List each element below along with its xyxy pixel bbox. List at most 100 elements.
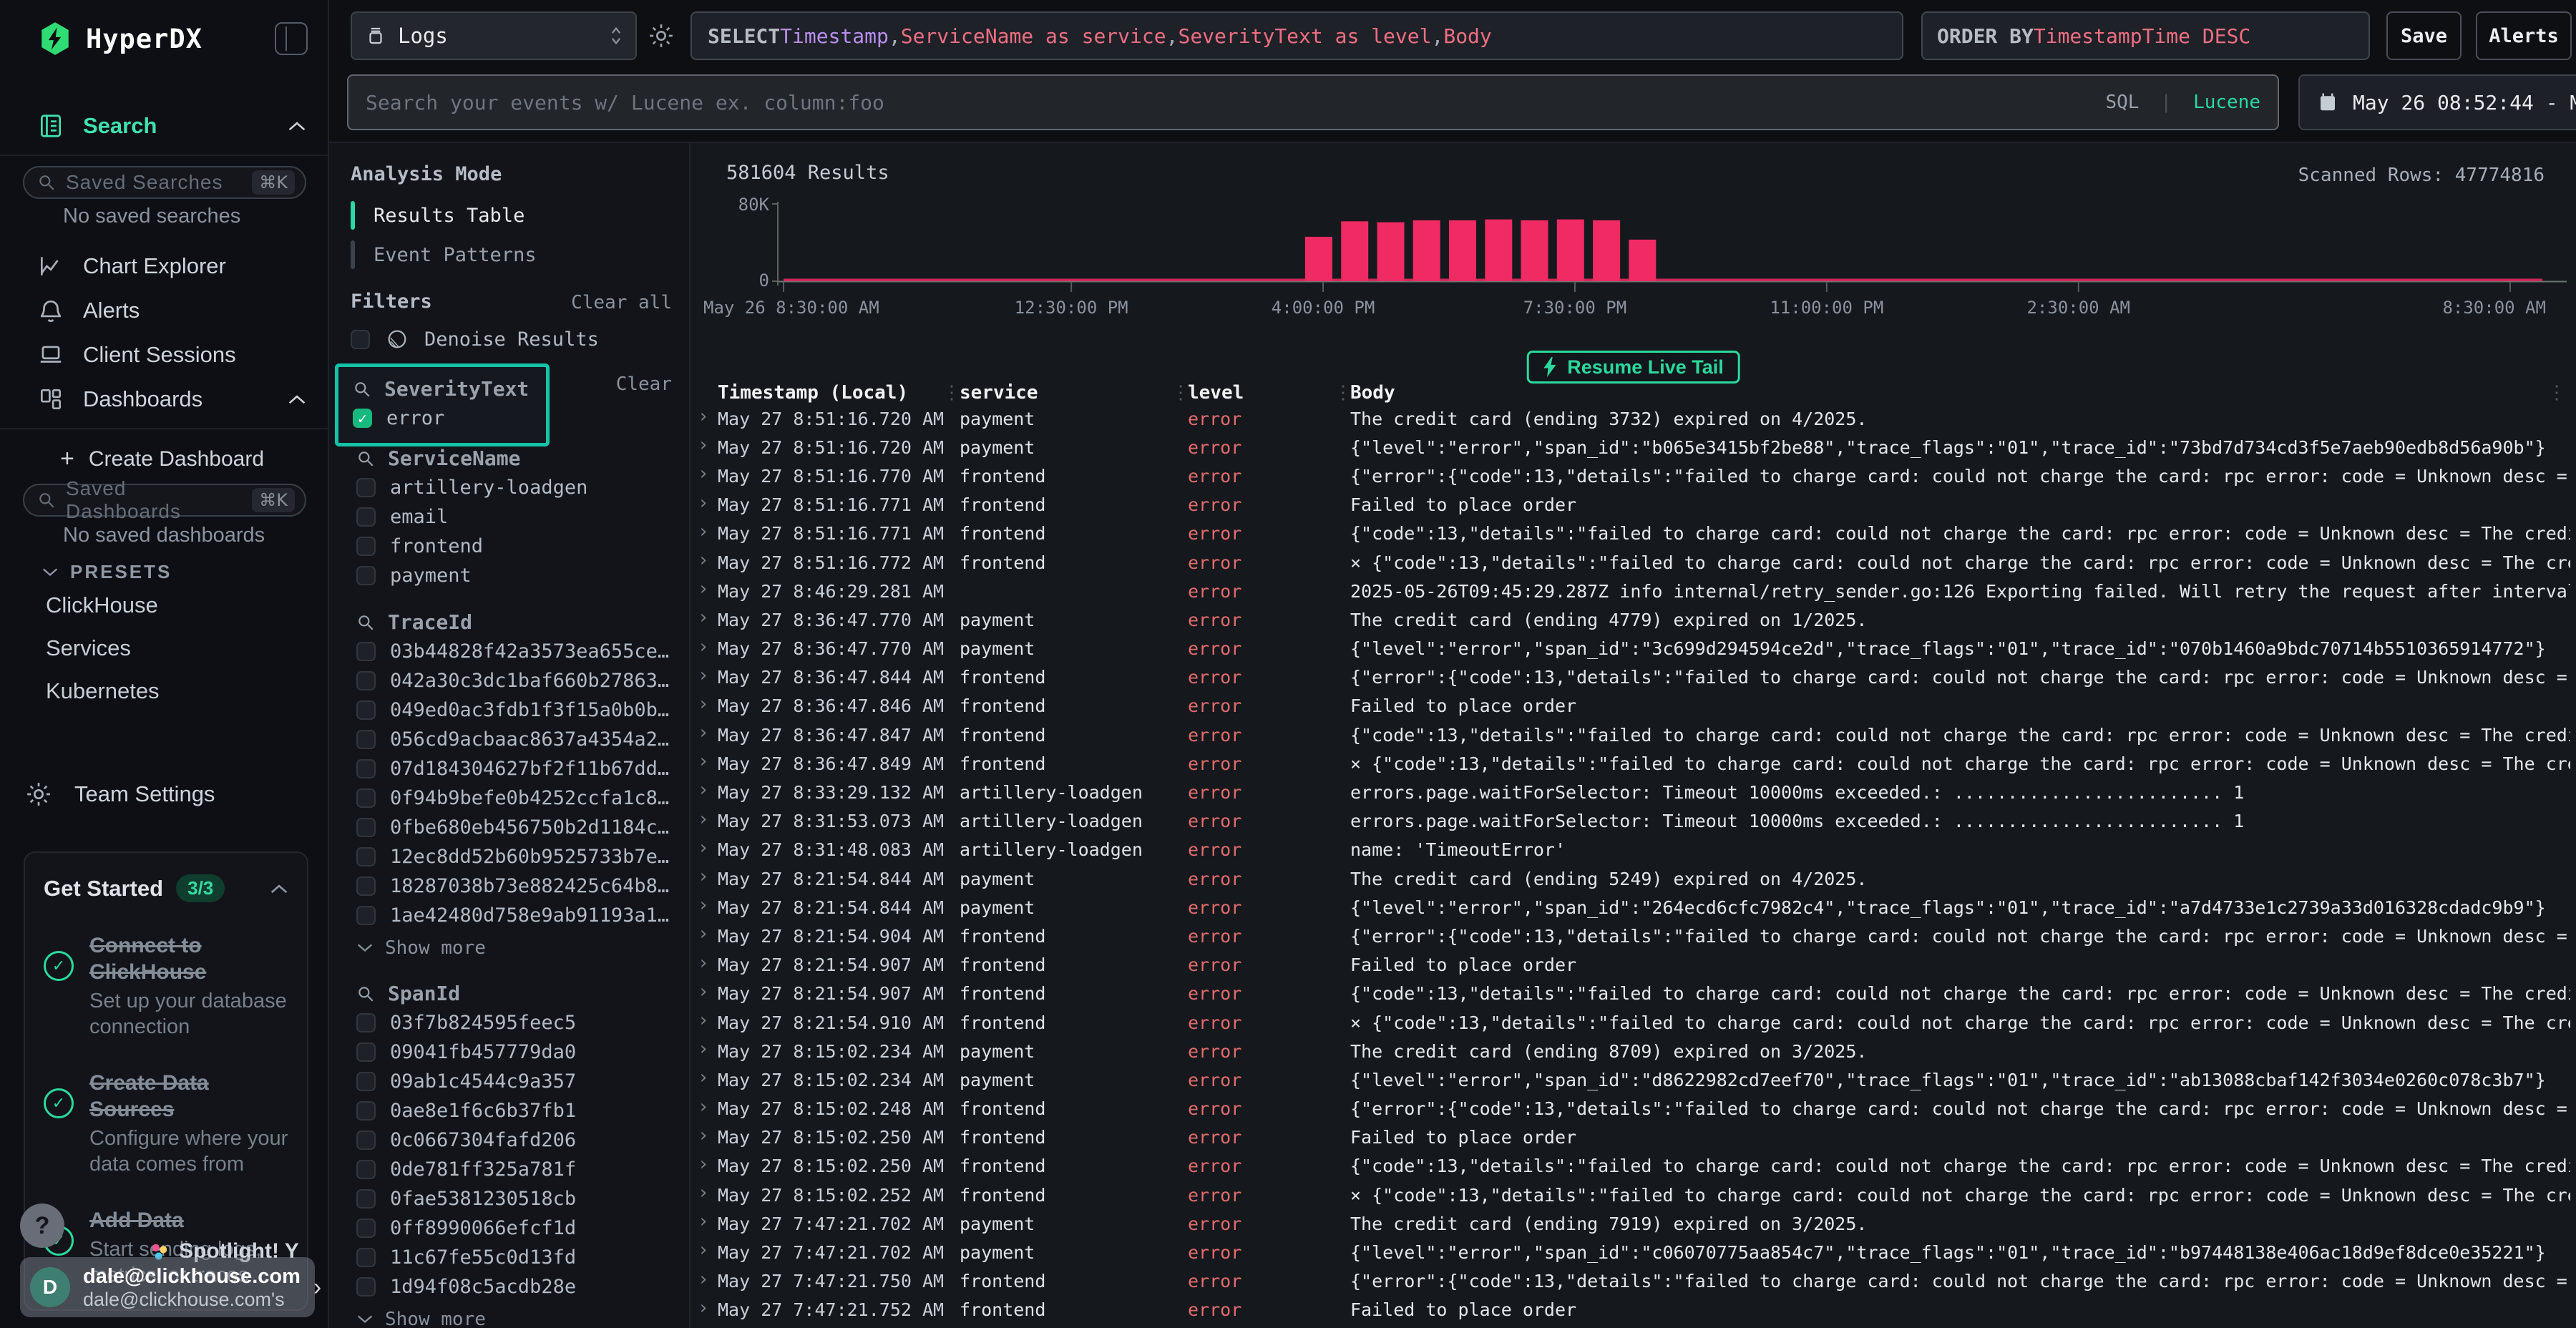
col-level[interactable]: level [1188, 382, 1244, 404]
table-row[interactable]: ›May 27 8:21:54.904 AMfrontenderror{"err… [691, 922, 2576, 950]
checkbox[interactable] [356, 1043, 376, 1062]
sidebar-item-alerts[interactable]: Alerts [0, 290, 328, 331]
sidebar-item-preset-kubernetes[interactable]: Kubernetes [46, 678, 160, 704]
row-expand-icon[interactable]: › [698, 1096, 709, 1118]
show-more-button[interactable]: Show more [356, 933, 689, 962]
time-range-picker[interactable]: May 26 08:52:44 - May 27 08:52:44 [2298, 74, 2576, 130]
toggle-lucene[interactable]: Lucene [2193, 92, 2260, 113]
row-expand-icon[interactable]: › [698, 779, 709, 801]
histogram-bar[interactable] [1377, 223, 1405, 281]
checkbox[interactable] [356, 700, 376, 720]
filter-option[interactable]: 12ec8dd52b60b9525733b7e… [356, 842, 689, 872]
row-expand-icon[interactable]: › [698, 952, 709, 974]
severity-clear-button[interactable]: Clear [616, 374, 672, 395]
checkbox[interactable] [356, 566, 376, 585]
row-expand-icon[interactable]: › [698, 1153, 709, 1175]
filter-option[interactable]: 0de781ff325a781f [356, 1155, 689, 1184]
chevron-up-icon[interactable] [270, 883, 288, 894]
row-expand-icon[interactable]: › [698, 636, 709, 658]
col-body[interactable]: Body [1350, 382, 1395, 404]
histogram-bar[interactable] [1629, 240, 1656, 281]
row-expand-icon[interactable]: › [698, 809, 709, 830]
checkbox[interactable] [356, 818, 376, 837]
table-row[interactable]: ›May 27 8:51:16.772 AMfrontenderror× {"c… [691, 548, 2576, 577]
filter-option[interactable]: 0fae5381230518cb [356, 1184, 689, 1214]
row-expand-icon[interactable]: › [698, 665, 709, 686]
col-service[interactable]: service [960, 382, 1038, 404]
row-expand-icon[interactable]: › [698, 1067, 709, 1088]
resume-live-tail-button[interactable]: Resume Live Tail [1526, 351, 1740, 384]
row-expand-icon[interactable]: › [698, 981, 709, 1002]
clear-all-button[interactable]: Clear all [571, 292, 672, 313]
row-expand-icon[interactable]: › [698, 434, 709, 456]
histogram-bar[interactable] [1305, 237, 1332, 281]
table-row[interactable]: ›May 27 8:36:47.846 AMfrontenderrorFaile… [691, 692, 2576, 721]
saved-dashboards-input[interactable]: Saved Dashboards ⌘K [23, 484, 306, 517]
histogram-bar[interactable] [1521, 220, 1548, 281]
table-row[interactable]: ›May 27 8:15:02.234 AMpaymenterrorThe cr… [691, 1037, 2576, 1065]
order-by-input[interactable]: ORDER BY TimestampTime DESC [1921, 11, 2370, 60]
sidebar-collapse-icon[interactable] [275, 22, 308, 55]
row-expand-icon[interactable]: › [698, 521, 709, 542]
filter-option[interactable]: 09041fb457779da0 [356, 1038, 689, 1067]
histogram-bar[interactable] [1341, 221, 1368, 281]
filter-option[interactable]: 0ae8e1f6c6b37fb1 [356, 1096, 689, 1126]
sidebar-item-preset-clickhouse[interactable]: ClickHouse [46, 592, 158, 618]
col-timestamp[interactable]: Timestamp (Local) [718, 382, 908, 404]
table-row[interactable]: ›May 27 8:15:02.250 AMfrontenderrorFaile… [691, 1123, 2576, 1152]
histogram-bar[interactable] [1485, 220, 1512, 281]
histogram-bar[interactable] [1449, 220, 1476, 281]
source-select[interactable]: Logs [351, 11, 637, 60]
histogram-bar[interactable] [1557, 220, 1584, 281]
saved-searches-input[interactable]: Saved Searches ⌘K [23, 166, 306, 199]
checkbox[interactable] [356, 478, 376, 497]
checkbox[interactable] [356, 1131, 376, 1150]
row-expand-icon[interactable]: › [698, 751, 709, 772]
table-row[interactable]: ›May 27 8:51:16.720 AMpaymenterror{"leve… [691, 433, 2576, 462]
denoise-checkbox[interactable] [351, 330, 370, 349]
sidebar-item-client-sessions[interactable]: Client Sessions [0, 335, 328, 375]
filter-option[interactable]: email [356, 502, 689, 532]
table-row[interactable]: ›May 27 7:47:21.702 AMpaymenterror{"leve… [691, 1238, 2576, 1266]
table-row[interactable]: ›May 27 7:47:21.702 AMpaymenterrorThe cr… [691, 1209, 2576, 1238]
filter-option[interactable]: 0c0667304fafd206 [356, 1126, 689, 1155]
filter-option[interactable]: 056cd9acbaac8637a4354a2… [356, 725, 689, 754]
checkbox[interactable] [356, 906, 376, 925]
row-expand-icon[interactable]: › [698, 923, 709, 944]
table-row[interactable]: ›May 27 8:36:47.770 AMpaymenterror{"leve… [691, 635, 2576, 663]
filter-option[interactable]: 0fbe680eb456750b2d1184c… [356, 813, 689, 842]
checkbox-checked[interactable]: ✓ [353, 409, 372, 428]
help-button[interactable]: ? [20, 1204, 64, 1248]
checkbox[interactable] [356, 877, 376, 896]
filter-option[interactable]: frontend [356, 532, 689, 561]
filter-option[interactable]: 0f94b9befe0b4252ccfa1c8… [356, 783, 689, 813]
filter-option[interactable]: 03f7b824595feec5 [356, 1008, 689, 1038]
create-dashboard-button[interactable]: + Create Dashboard [60, 445, 264, 473]
table-row[interactable]: ›May 27 8:31:48.083 AMartillery-loadgene… [691, 836, 2576, 864]
denoise-filter[interactable]: Denoise Results [351, 328, 599, 351]
alerts-button[interactable]: Alerts [2476, 11, 2572, 60]
mode-event-patterns[interactable]: Event Patterns [351, 237, 537, 273]
checkbox[interactable] [356, 1189, 376, 1209]
filter-option[interactable]: 11c67fe55c0d13fd [356, 1243, 689, 1272]
row-expand-icon[interactable]: › [698, 693, 709, 715]
table-row[interactable]: ›May 27 7:47:21.750 AMfrontenderror{"err… [691, 1267, 2576, 1296]
table-row[interactable]: ›May 27 8:21:54.910 AMfrontenderror× {"c… [691, 1008, 2576, 1037]
table-row[interactable]: ›May 27 8:15:02.252 AMfrontenderror× {"c… [691, 1181, 2576, 1209]
filter-option[interactable]: 042a30c3dc1baf660b27863… [356, 666, 689, 695]
table-row[interactable]: ›May 27 8:51:16.771 AMfrontenderror{"cod… [691, 519, 2576, 548]
user-menu[interactable]: D dale@clickhouse.com dale@clickhouse.co… [20, 1257, 315, 1317]
row-expand-icon[interactable]: › [698, 1182, 709, 1204]
row-expand-icon[interactable]: › [698, 550, 709, 571]
checkbox[interactable] [356, 507, 376, 527]
filter-option[interactable]: 09ab1c4544c9a357 [356, 1067, 689, 1096]
checkbox[interactable] [356, 1277, 376, 1297]
filter-option[interactable]: payment [356, 561, 689, 590]
table-row[interactable]: ›May 27 8:21:54.907 AMfrontenderrorFaile… [691, 951, 2576, 980]
table-row[interactable]: ›May 27 8:21:54.844 AMpaymenterror{"leve… [691, 893, 2576, 922]
sidebar-item-team-settings[interactable]: Team Settings [0, 774, 328, 814]
show-more-button[interactable]: Show more [356, 1304, 689, 1328]
row-expand-icon[interactable]: › [698, 722, 709, 743]
table-row[interactable]: ›May 27 8:36:47.770 AMpaymenterrorThe cr… [691, 605, 2576, 634]
checkbox[interactable] [356, 537, 376, 556]
